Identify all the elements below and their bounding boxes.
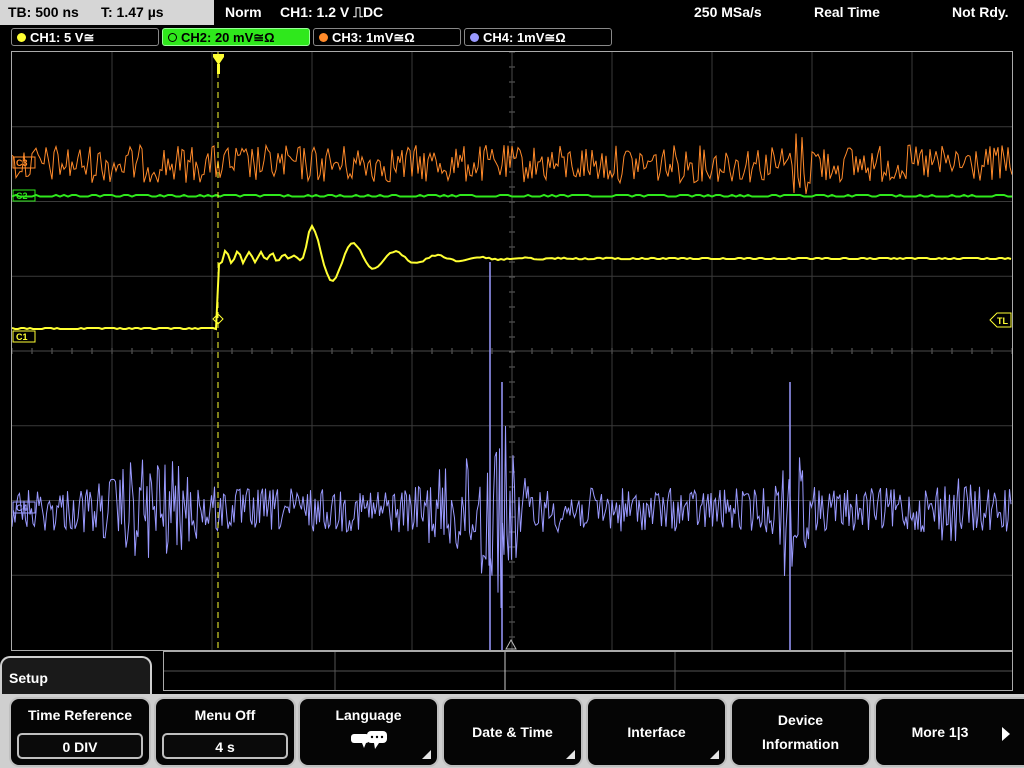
channel-2-text: CH2: 20 mV≅Ω — [181, 30, 275, 45]
menu-title: Setup — [9, 670, 48, 686]
channel-4-text: CH4: 1mV≅Ω — [483, 30, 566, 45]
language-label: Language — [335, 707, 402, 723]
waveform-canvas: C3 C2 C1 C4 TL — [12, 52, 1012, 650]
menu-off-label: Menu Off — [194, 707, 256, 723]
channel-4-label[interactable]: CH4: 1mV≅Ω — [464, 28, 612, 46]
date-time-button[interactable]: Date & Time — [442, 697, 583, 767]
ch3-marker-text: C3 — [16, 158, 28, 168]
ch2-marker-text: C2 — [16, 191, 28, 201]
trigger-time-value: T: 1.47 µs — [101, 4, 164, 20]
channel-1-dot-icon — [17, 33, 26, 42]
status-bar: TB: 500 ns T: 1.47 µs Norm CH1: 1.2 V ⎍D… — [0, 0, 1024, 26]
acquisition-mode: Real Time — [814, 4, 880, 20]
language-button[interactable]: Language — [298, 697, 439, 767]
center-position-marker — [505, 638, 517, 650]
device-information-button[interactable]: Device Information — [730, 697, 871, 767]
next-page-icon — [1002, 727, 1010, 741]
channel-3-text: CH3: 1mV≅Ω — [332, 30, 415, 45]
timebase-box[interactable]: TB: 500 ns T: 1.47 µs — [0, 0, 214, 25]
time-reference-value: 0 DIV — [17, 733, 143, 759]
trigger-mode[interactable]: Norm — [225, 0, 262, 25]
device-information-label: Device Information — [762, 712, 839, 752]
trigger-source[interactable]: CH1: 1.2 V ⎍DC — [280, 0, 383, 25]
submenu-corner-icon — [710, 750, 719, 759]
ch1-marker-text: C1 — [16, 332, 28, 342]
acquisition-state: Not Rdy. — [952, 4, 1009, 20]
menu-off-button[interactable]: Menu Off 4 s — [154, 697, 296, 767]
time-reference-button[interactable]: Time Reference 0 DIV — [9, 697, 151, 767]
timebase-value: TB: 500 ns — [8, 4, 79, 20]
menu-off-value: 4 s — [162, 733, 288, 759]
ch4-marker-text: C4 — [16, 503, 28, 513]
trigger-level-marker: TL — [989, 312, 1012, 328]
trigger-position-marker — [213, 54, 224, 74]
speech-bubbles-icon — [351, 731, 387, 749]
channel-2-label[interactable]: CH2: 20 mV≅Ω — [162, 28, 310, 46]
channel-2-dot-icon — [168, 33, 177, 42]
zoom-strip — [163, 651, 1013, 691]
date-time-label: Date & Time — [472, 724, 553, 740]
menu-title-tab: Setup — [0, 656, 152, 696]
waveform-display[interactable]: C3 C2 C1 C4 TL — [11, 51, 1013, 651]
more-button[interactable]: More 1|3 — [874, 697, 1024, 767]
channel-3-dot-icon — [319, 33, 328, 42]
submenu-corner-icon — [422, 750, 431, 759]
interface-label: Interface — [627, 724, 686, 740]
channel-1-label[interactable]: CH1: 5 V≅ — [11, 28, 159, 46]
channel-3-label[interactable]: CH3: 1mV≅Ω — [313, 28, 461, 46]
submenu-corner-icon — [566, 750, 575, 759]
ch1-ground-marker: C1 — [12, 330, 36, 343]
trigger-level-text: TL — [997, 316, 1008, 326]
time-reference-label: Time Reference — [27, 707, 132, 723]
channel-1-text: CH1: 5 V≅ — [30, 30, 95, 45]
channel-4-dot-icon — [470, 33, 479, 42]
interface-button[interactable]: Interface — [586, 697, 727, 767]
sample-rate: 250 MSa/s — [694, 4, 762, 20]
